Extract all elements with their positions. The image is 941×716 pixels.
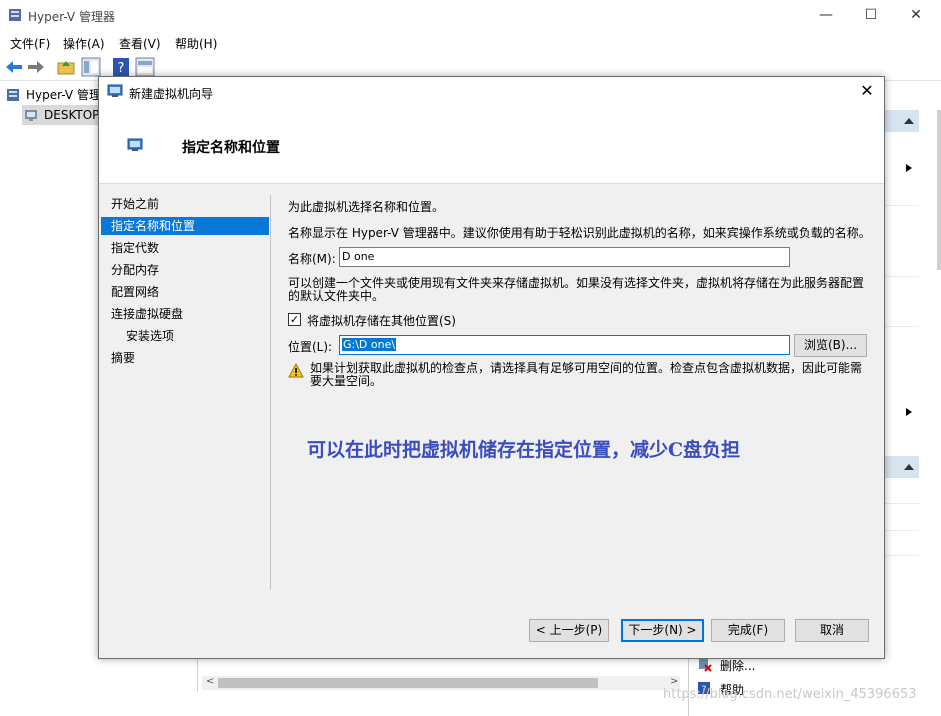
hyperv-root-icon: [7, 89, 19, 101]
menu-file[interactable]: 文件(F): [10, 35, 50, 52]
dialog-close-button[interactable]: ✕: [854, 81, 880, 100]
divider: [884, 555, 919, 556]
dialog-title-bar: [99, 77, 884, 107]
back-arrow-icon[interactable]: [4, 57, 24, 77]
vm-wizard-icon: [107, 84, 123, 97]
warning-line: 要大量空间。: [310, 374, 383, 388]
forward-arrow-icon[interactable]: [26, 57, 46, 77]
menu-view[interactable]: 查看(V): [119, 35, 161, 52]
nav-before-you-begin[interactable]: 开始之前: [111, 195, 159, 213]
scrollbar-thumb[interactable]: [218, 678, 598, 688]
name-description: 名称显示在 Hyper-V 管理器中。建议你使用有助于轻松识别此虚拟机的名称，如…: [288, 226, 871, 240]
maximize-button[interactable]: ☐: [848, 0, 894, 31]
nav-network[interactable]: 配置网络: [111, 283, 159, 301]
prev-button[interactable]: < 上一步(P): [529, 619, 609, 642]
cancel-button[interactable]: 取消: [795, 619, 869, 642]
scroll-left-icon[interactable]: <: [206, 676, 214, 687]
scroll-right-icon[interactable]: >: [670, 676, 678, 687]
tree-item-desktop[interactable]: DESKTOP: [22, 105, 100, 125]
actions-scrollbar[interactable]: [937, 110, 941, 270]
folder-description: 可以创建一个文件夹或使用现有文件夹来存储虚拟机。如果没有选择文件夹，虚拟机将存储…: [288, 277, 864, 303]
nav-virtual-disk[interactable]: 连接虚拟硬盘: [111, 305, 183, 323]
action-delete[interactable]: 删除...: [720, 657, 755, 674]
store-elsewhere-label[interactable]: 将虚拟机存储在其他位置(S): [307, 312, 456, 329]
vm-wizard-icon: [127, 138, 143, 151]
tree-item-hyperv-root[interactable]: Hyper-V 管理: [4, 85, 104, 105]
delete-icon: [699, 659, 712, 672]
name-label: 名称(M):: [288, 252, 336, 266]
tree-item-label: Hyper-V 管理: [26, 88, 101, 102]
next-button[interactable]: 下一步(N) >: [621, 619, 704, 642]
up-folder-icon[interactable]: [56, 57, 76, 77]
warning-icon: [288, 363, 304, 378]
hyperv-app-icon: [9, 9, 21, 21]
folder-description-line: 的默认文件夹中。: [288, 289, 385, 303]
close-button[interactable]: ✕: [893, 0, 939, 31]
location-label: 位置(L):: [288, 340, 333, 354]
show-console-tree-icon[interactable]: [81, 57, 101, 77]
location-input[interactable]: G:\D one\: [339, 335, 790, 355]
page-title: 指定名称和位置: [182, 140, 280, 156]
new-vm-wizard-dialog: 新建虚拟机向导 ✕ 指定名称和位置 开始之前 指定名称和位置 指定代数 分配内存…: [98, 76, 885, 659]
browse-button[interactable]: 浏览(B)...: [794, 334, 867, 357]
divider: [884, 276, 919, 277]
watermark: https://blog.csdn.net/weixin_45396653: [663, 687, 917, 702]
finish-button[interactable]: 完成(F): [711, 619, 785, 642]
collapse-up-icon[interactable]: [903, 116, 915, 126]
warning-text: 如果计划获取此虚拟机的检查点，请选择具有足够可用空间的位置。检查点包含虚拟机数据…: [310, 362, 862, 388]
location-value-selected: G:\D one\: [342, 338, 397, 351]
nav-generation[interactable]: 指定代数: [111, 239, 159, 257]
name-input[interactable]: D one: [339, 247, 790, 267]
dialog-title: 新建虚拟机向导: [129, 87, 214, 101]
divider: [270, 195, 271, 590]
svg-text:?: ?: [118, 61, 125, 76]
title-bar: [0, 0, 941, 31]
nav-summary[interactable]: 摘要: [111, 349, 135, 367]
help-icon[interactable]: ?: [111, 57, 131, 77]
server-icon: [25, 110, 37, 121]
minimize-button[interactable]: —: [803, 0, 849, 31]
nav-name-and-location[interactable]: 指定名称和位置: [101, 217, 269, 235]
tree-item-label: DESKTOP: [44, 108, 100, 122]
warning-line: 如果计划获取此虚拟机的检查点，请选择具有足够可用空间的位置。检查点包含虚拟机数据…: [310, 361, 863, 375]
window-title: Hyper-V 管理器: [28, 10, 115, 24]
submenu-arrow-icon[interactable]: [905, 407, 913, 417]
divider: [884, 205, 919, 206]
annotation-text: 可以在此时把虚拟机储存在指定位置，减少C盘负担: [307, 439, 741, 461]
divider: [884, 503, 919, 504]
nav-install-options[interactable]: 安装选项: [126, 327, 174, 345]
submenu-arrow-icon[interactable]: [905, 163, 913, 173]
show-action-pane-icon[interactable]: [135, 57, 155, 77]
store-elsewhere-checkbox[interactable]: ✓: [288, 313, 301, 326]
divider: [884, 530, 919, 531]
divider: [884, 326, 919, 327]
intro-text: 为此虚拟机选择名称和位置。: [288, 200, 445, 214]
menu-action[interactable]: 操作(A): [63, 35, 105, 52]
nav-memory[interactable]: 分配内存: [111, 261, 159, 279]
collapse-up-icon[interactable]: [903, 462, 915, 472]
menu-help[interactable]: 帮助(H): [175, 35, 217, 52]
